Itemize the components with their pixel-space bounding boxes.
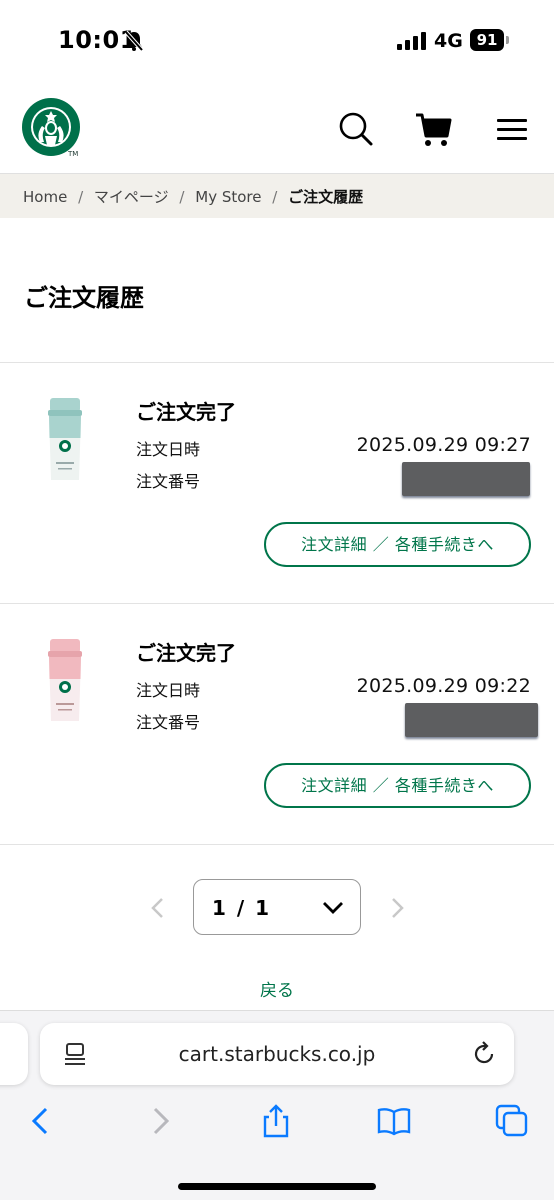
redacted-order-number: [402, 462, 530, 496]
order-date-label: 注文日時: [136, 440, 201, 459]
cart-icon[interactable]: [413, 110, 453, 150]
share-icon[interactable]: [258, 1103, 294, 1139]
previous-tab-preview[interactable]: [0, 1023, 28, 1085]
breadcrumb-mypage[interactable]: マイページ: [94, 188, 169, 206]
page-select[interactable]: 1 / 1: [193, 879, 361, 935]
divider: [0, 362, 554, 363]
address-bar[interactable]: cart.starbucks.co.jp: [40, 1023, 514, 1085]
trademark-mark: TM: [68, 150, 79, 158]
bookmarks-icon[interactable]: [376, 1103, 412, 1139]
reload-icon[interactable]: [472, 1041, 496, 1067]
forward-arrow-icon[interactable]: [143, 1103, 179, 1139]
url-text: cart.starbucks.co.jp: [178, 1042, 376, 1066]
breadcrumb: Home / マイページ / My Store / ご注文履歴: [0, 174, 554, 218]
chevron-left-icon[interactable]: [148, 896, 168, 920]
network-type: 4G: [434, 30, 463, 52]
tumbler-product-image: [48, 639, 82, 721]
browser-toolbar: cart.starbucks.co.jp: [0, 1010, 554, 1200]
battery-level: 91: [470, 29, 504, 51]
divider: [0, 844, 554, 845]
tumbler-product-image: [48, 398, 82, 480]
site-header: TM: [0, 80, 554, 174]
order-detail-button[interactable]: 注文詳細 ／ 各種手続きへ: [264, 522, 531, 567]
breadcrumb-separator: /: [179, 188, 185, 206]
battery-icon: 91: [470, 29, 510, 51]
order-detail-button[interactable]: 注文詳細 ／ 各種手続きへ: [264, 763, 531, 808]
cellular-signal-icon: [397, 32, 426, 50]
back-link[interactable]: 戻る: [0, 976, 554, 1001]
back-arrow-icon[interactable]: [24, 1103, 60, 1139]
breadcrumb-home[interactable]: Home: [23, 188, 67, 206]
order-status: ご注文完了: [136, 400, 236, 424]
order-status: ご注文完了: [136, 641, 236, 665]
home-indicator: [178, 1183, 376, 1190]
tabs-icon[interactable]: [494, 1103, 530, 1139]
order-date-label: 注文日時: [136, 681, 201, 700]
status-bar: 10:01 4G 91: [0, 0, 554, 80]
search-icon[interactable]: [336, 110, 376, 150]
breadcrumb-mystore[interactable]: My Store: [195, 188, 261, 206]
chevron-down-icon: [323, 902, 343, 914]
order-date: 2025.09.29 09:27: [356, 434, 531, 456]
order-card: ご注文完了 注文日時 2025.09.29 09:22 注文番号 注文詳細 ／ …: [0, 605, 554, 845]
order-number-label: 注文番号: [136, 713, 201, 732]
order-number-label: 注文番号: [136, 472, 201, 491]
breadcrumb-separator: /: [78, 188, 84, 206]
hamburger-menu-icon[interactable]: [493, 110, 533, 150]
divider: [0, 603, 554, 604]
order-date: 2025.09.29 09:22: [356, 675, 531, 697]
redacted-order-number: [405, 703, 538, 737]
starbucks-logo[interactable]: [22, 98, 80, 156]
breadcrumb-current: ご注文履歴: [288, 188, 364, 206]
order-card: ご注文完了 注文日時 2025.09.29 09:27 注文番号 注文詳細 ／ …: [0, 364, 554, 604]
page-title: ご注文履歴: [24, 284, 144, 312]
page-select-value: 1 / 1: [212, 896, 272, 920]
chevron-right-icon[interactable]: [387, 896, 407, 920]
bell-slash-icon: [124, 30, 144, 52]
breadcrumb-separator: /: [272, 188, 278, 206]
